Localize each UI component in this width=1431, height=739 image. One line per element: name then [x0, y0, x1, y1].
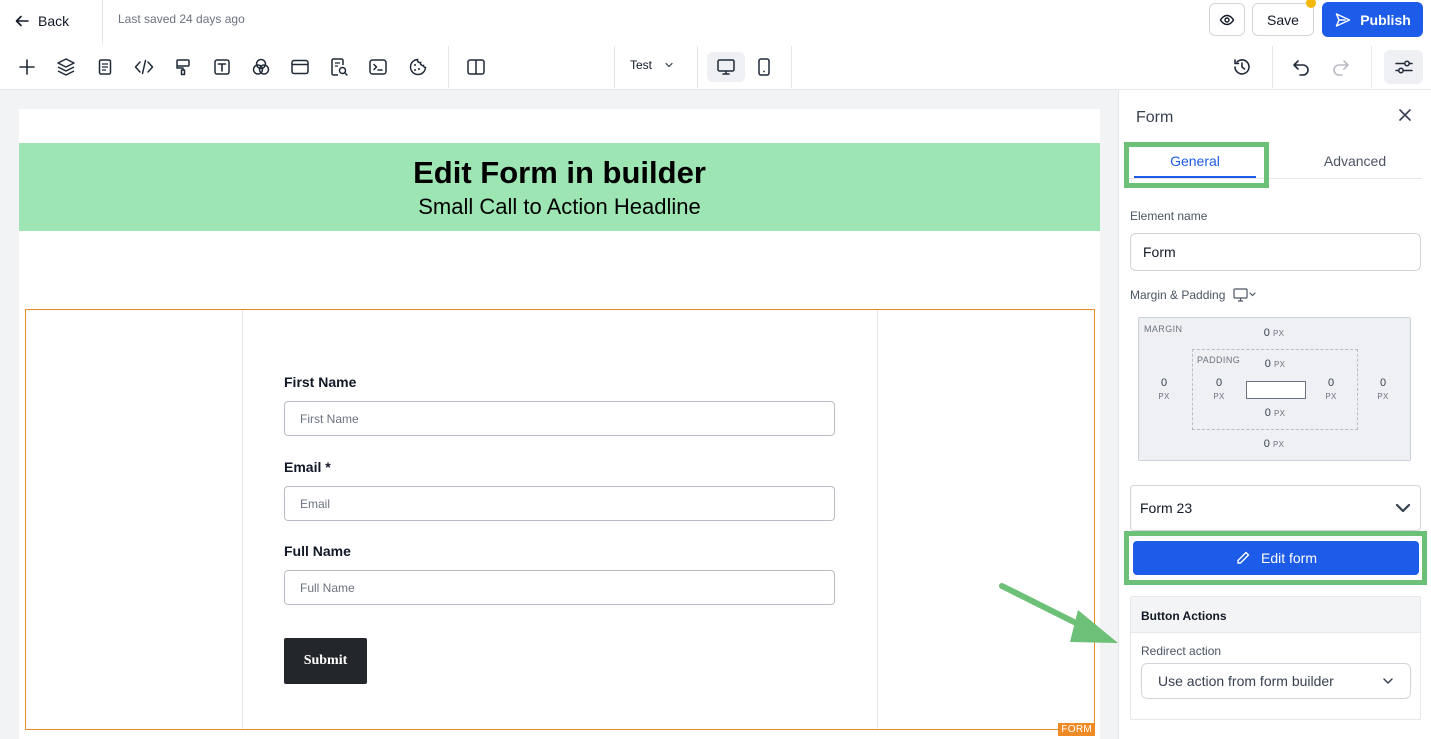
full-name-label: Full Name — [284, 543, 351, 559]
desktop-view-button[interactable] — [707, 52, 745, 82]
unsaved-indicator-dot — [1306, 0, 1316, 8]
page-preview: Edit Form in builder Small Call to Actio… — [19, 109, 1100, 739]
builder-toolbar: Test — [0, 44, 1431, 90]
margin-padding-label: Margin & Padding — [1130, 288, 1226, 302]
margin-bottom-value[interactable]: 0 PX — [1254, 438, 1294, 451]
terminal-icon[interactable] — [365, 54, 391, 80]
padding-bottom-value[interactable]: 0 PX — [1255, 407, 1295, 420]
form-element-tag: FORM — [1058, 723, 1095, 736]
form-element[interactable]: First Name Email * Full Name Submit FORM — [25, 309, 1095, 736]
redirect-action-value: Use action from form builder — [1158, 673, 1334, 689]
padding-caption: PADDING — [1197, 355, 1241, 365]
chevron-down-icon — [664, 60, 674, 70]
hero-title: Edit Form in builder — [413, 155, 706, 190]
first-name-label: First Name — [284, 374, 357, 390]
properties-panel: Form General Advanced Element name Form … — [1118, 90, 1431, 739]
eye-icon — [1219, 12, 1235, 28]
email-input[interactable] — [284, 486, 835, 521]
margin-top-value[interactable]: 0 PX — [1254, 327, 1294, 340]
top-bar: Back Last saved 24 days ago Save Publish — [0, 0, 1431, 44]
pencil-icon — [1235, 550, 1251, 566]
chevron-down-icon — [1395, 502, 1411, 514]
mobile-view-icon[interactable] — [751, 54, 777, 80]
form-select[interactable]: Form 23 — [1130, 485, 1421, 531]
undo-icon[interactable] — [1288, 54, 1314, 80]
close-icon[interactable] — [1397, 107, 1413, 123]
edit-form-button[interactable]: Edit form — [1133, 541, 1419, 575]
layers-icon[interactable] — [53, 54, 79, 80]
publish-label: Publish — [1360, 11, 1411, 28]
code-icon[interactable] — [131, 54, 157, 80]
text-icon[interactable] — [209, 54, 235, 80]
paint-roller-icon[interactable] — [170, 54, 196, 80]
toolbar-divider — [697, 46, 698, 88]
element-name-input[interactable]: Form — [1130, 233, 1421, 271]
margin-box: MARGIN 0 PX 0 PX 0 PX 0 PX PADDING 0 PX 0 … — [1138, 317, 1411, 461]
browser-window-icon[interactable] — [287, 54, 313, 80]
page-icon[interactable] — [92, 54, 118, 80]
hero-section[interactable]: Edit Form in builder Small Call to Actio… — [19, 143, 1100, 231]
submit-button[interactable]: Submit — [284, 638, 367, 684]
padding-right-value[interactable]: 0 PX — [1316, 377, 1346, 403]
divider — [102, 0, 103, 44]
test-select-value: Test — [630, 58, 653, 72]
edit-form-label: Edit form — [1260, 550, 1317, 566]
desktop-icon — [716, 58, 736, 76]
redirect-action-label: Redirect action — [1141, 644, 1222, 658]
hero-subtitle: Small Call to Action Headline — [418, 194, 701, 219]
builder-canvas: Edit Form in builder Small Call to Actio… — [0, 90, 1118, 739]
cookie-icon[interactable] — [405, 54, 431, 80]
margin-right-value[interactable]: 0 PX — [1368, 377, 1398, 403]
redo-icon[interactable] — [1328, 54, 1354, 80]
history-icon[interactable] — [1229, 54, 1255, 80]
save-button[interactable]: Save — [1252, 3, 1314, 36]
padding-box: PADDING 0 PX 0 PX 0 PX 0 PX — [1192, 349, 1358, 430]
sliders-icon — [1394, 58, 1414, 76]
padding-top-value[interactable]: 0 PX — [1255, 358, 1295, 371]
tab-general[interactable]: General — [1134, 153, 1256, 169]
search-doc-icon[interactable] — [326, 54, 352, 80]
preview-button[interactable] — [1209, 3, 1245, 36]
active-tab-indicator — [1134, 176, 1256, 178]
test-select[interactable]: Test — [630, 58, 674, 72]
toolbar-divider — [614, 46, 615, 88]
email-label: Email * — [284, 459, 331, 475]
toolbar-divider — [448, 46, 449, 88]
first-name-input[interactable] — [284, 401, 835, 436]
settings-panel-button[interactable] — [1384, 50, 1423, 84]
margin-caption: MARGIN — [1144, 324, 1183, 334]
split-view-icon[interactable] — [463, 54, 489, 80]
arrow-left-icon — [14, 13, 30, 29]
toolbar-divider — [1272, 46, 1273, 88]
back-button[interactable]: Back — [14, 8, 69, 34]
toolbar-divider — [791, 46, 792, 88]
back-label: Back — [38, 13, 70, 29]
desktop-icon[interactable] — [1233, 288, 1257, 302]
plus-icon[interactable] — [14, 54, 40, 80]
form-select-value: Form 23 — [1140, 500, 1193, 516]
full-name-input[interactable] — [284, 570, 835, 605]
circles-icon[interactable] — [248, 54, 274, 80]
annotation-arrow-icon — [999, 583, 1118, 643]
element-name-label: Element name — [1130, 209, 1208, 223]
redirect-action-select[interactable]: Use action from form builder — [1141, 663, 1411, 699]
panel-title: Form — [1136, 109, 1174, 126]
content-box — [1246, 381, 1306, 399]
publish-button[interactable]: Publish — [1322, 2, 1423, 37]
margin-padding-header: Margin & Padding — [1130, 288, 1257, 302]
tab-advanced[interactable]: Advanced — [1295, 153, 1415, 169]
toolbar-divider — [1371, 46, 1372, 88]
save-status: Last saved 24 days ago — [118, 12, 245, 26]
element-name-value: Form — [1143, 244, 1176, 260]
button-actions-title: Button Actions — [1131, 597, 1420, 633]
chevron-down-icon — [1382, 676, 1394, 686]
send-icon — [1334, 11, 1352, 29]
button-actions-card: Button Actions Redirect action Use actio… — [1130, 596, 1421, 720]
margin-left-value[interactable]: 0 PX — [1149, 377, 1179, 403]
padding-left-value[interactable]: 0 PX — [1204, 377, 1234, 403]
form-column: First Name Email * Full Name Submit — [242, 310, 878, 729]
